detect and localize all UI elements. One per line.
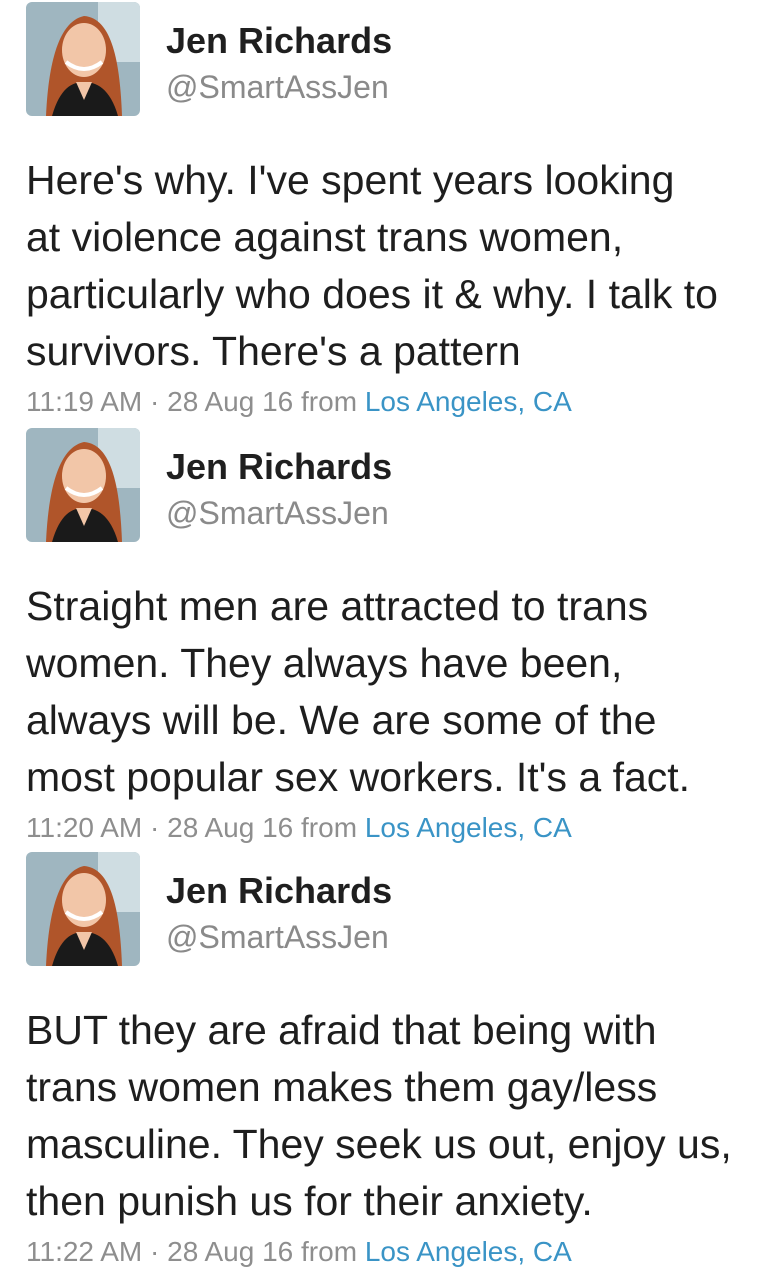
meta-separator: · <box>150 1236 160 1267</box>
avatar-photo <box>26 852 140 966</box>
from-label: from <box>301 386 358 417</box>
tweet-text: Straight men are attracted to trans wome… <box>26 578 756 806</box>
from-label: from <box>301 812 358 843</box>
tweet-text-line: survivors. There's a pattern <box>26 328 521 374</box>
tweet-text-line: BUT they are afraid that being with <box>26 1007 657 1053</box>
tweet-meta: 11:22 AM · 28 Aug 16 from Los Angeles, C… <box>26 1236 572 1268</box>
tweet-text-line: women. They always have been, <box>26 640 623 686</box>
location-link[interactable]: Los Angeles, CA <box>365 386 572 417</box>
avatar[interactable] <box>26 2 140 116</box>
tweet-text: BUT they are afraid that being with tran… <box>26 1002 756 1230</box>
author-handle[interactable]: @SmartAssJen <box>166 69 389 106</box>
avatar-photo <box>26 428 140 542</box>
tweet-date[interactable]: 28 Aug 16 <box>167 1236 293 1267</box>
author-name[interactable]: Jen Richards <box>166 20 392 62</box>
tweet-text-line: most popular sex workers. It's a fact. <box>26 754 691 800</box>
location-link[interactable]: Los Angeles, CA <box>365 1236 572 1267</box>
tweet-time[interactable]: 11:19 AM <box>26 386 142 417</box>
tweet-text-line: trans women makes them gay/less <box>26 1064 658 1110</box>
from-label: from <box>301 1236 358 1267</box>
tweet-meta: 11:20 AM · 28 Aug 16 from Los Angeles, C… <box>26 812 572 844</box>
meta-separator: · <box>150 386 160 417</box>
avatar-photo <box>26 2 140 116</box>
tweet-time[interactable]: 11:22 AM <box>26 1236 142 1267</box>
author-name[interactable]: Jen Richards <box>166 870 392 912</box>
tweet-text-line: at violence against trans women, <box>26 214 624 260</box>
tweet-text-line: particularly who does it & why. I talk t… <box>26 271 718 317</box>
avatar[interactable] <box>26 852 140 966</box>
tweet-text-line: then punish us for their anxiety. <box>26 1178 593 1224</box>
author-handle[interactable]: @SmartAssJen <box>166 919 389 956</box>
avatar[interactable] <box>26 428 140 542</box>
tweet-text-line: always will be. We are some of the <box>26 697 657 743</box>
meta-separator: · <box>150 812 160 843</box>
tweet-date[interactable]: 28 Aug 16 <box>167 812 293 843</box>
tweet-date[interactable]: 28 Aug 16 <box>167 386 293 417</box>
author-name[interactable]: Jen Richards <box>166 446 392 488</box>
tweet-time[interactable]: 11:20 AM <box>26 812 142 843</box>
tweet-text-line: Straight men are attracted to trans <box>26 583 649 629</box>
author-handle[interactable]: @SmartAssJen <box>166 495 389 532</box>
tweet-text: Here's why. I've spent years looking at … <box>26 152 756 380</box>
location-link[interactable]: Los Angeles, CA <box>365 812 572 843</box>
tweet-text-line: Here's why. I've spent years looking <box>26 157 675 203</box>
tweet-meta: 11:19 AM · 28 Aug 16 from Los Angeles, C… <box>26 386 572 418</box>
tweet-text-line: masculine. They seek us out, enjoy us, <box>26 1121 732 1167</box>
